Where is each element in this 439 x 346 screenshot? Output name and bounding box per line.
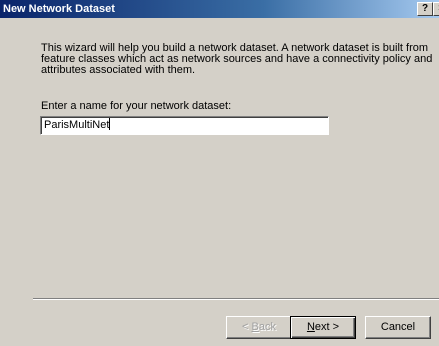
dataset-name-label: Enter a name for your network dataset: — [41, 100, 232, 112]
back-button[interactable]: < Back — [226, 316, 292, 339]
wizard-content: This wizard will help you build a networ… — [0, 18, 439, 300]
cancel-button[interactable]: Cancel — [365, 316, 431, 339]
window-title: New Network Dataset — [3, 3, 115, 15]
help-button[interactable]: ? — [417, 2, 433, 16]
title-bar[interactable]: New Network Dataset ? × — [0, 0, 439, 18]
next-button[interactable]: Next > — [290, 316, 356, 339]
back-button-prefix: < — [242, 321, 252, 333]
next-button-label: ext > — [314, 321, 340, 333]
new-network-dataset-dialog: New Network Dataset ? × This wizard will… — [0, 0, 439, 346]
button-separator — [33, 298, 439, 300]
wizard-description: This wizard will help you build a networ… — [41, 42, 433, 76]
close-button[interactable]: × — [433, 2, 439, 16]
next-button-accelerator: N — [306, 321, 315, 333]
back-button-label: ack — [258, 321, 276, 333]
dataset-name-input[interactable]: ParisMultiNet — [40, 116, 329, 135]
text-caret — [109, 118, 111, 130]
dataset-name-value: ParisMultiNet — [44, 119, 110, 131]
back-button-accelerator: B — [251, 321, 259, 333]
